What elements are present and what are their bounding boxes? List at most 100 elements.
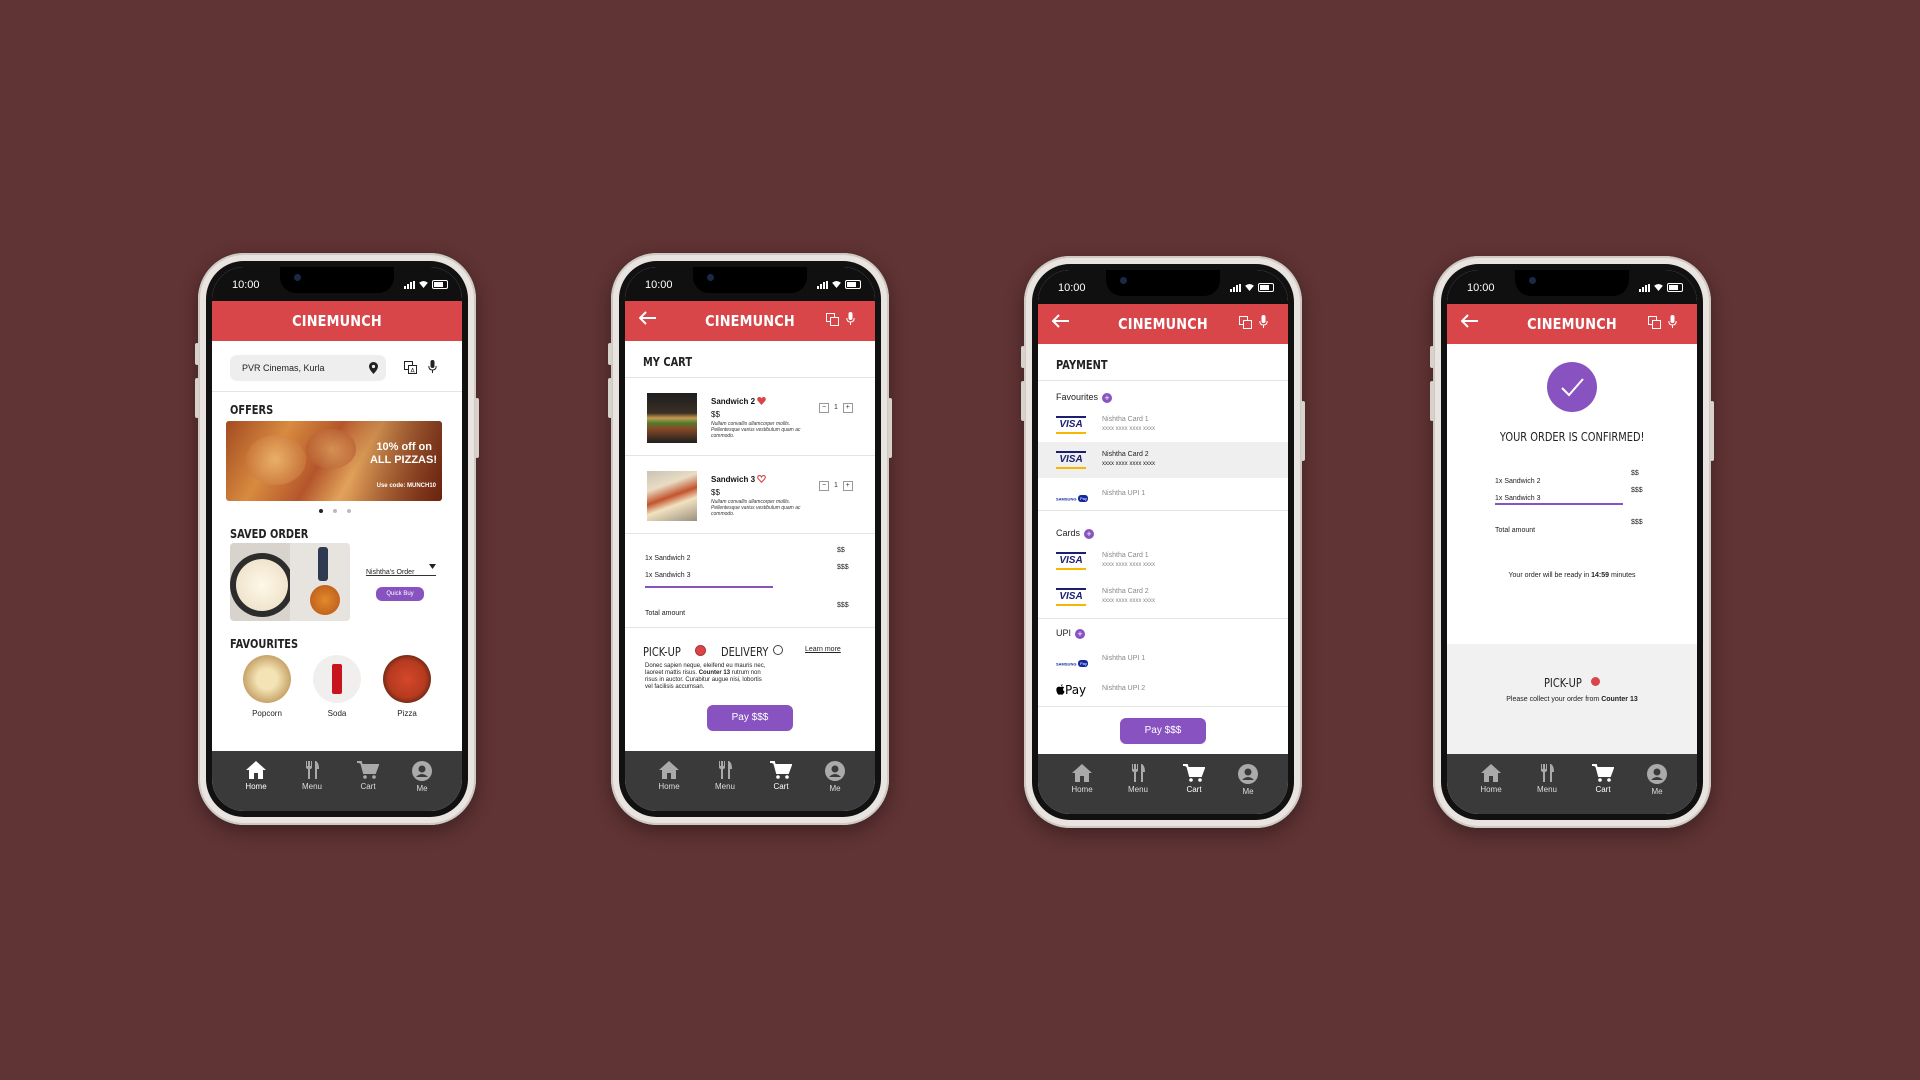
tab-cart[interactable]: Cart bbox=[348, 761, 388, 791]
summary-value: $$$ bbox=[837, 564, 849, 571]
microphone-icon[interactable] bbox=[428, 360, 437, 374]
payment-option[interactable]: VISA Nishtha Card 2 xxxx xxxx xxxx xxxx bbox=[1038, 580, 1288, 614]
pay-button[interactable]: Pay $$$ bbox=[1120, 718, 1206, 744]
summary-value: $$ bbox=[1631, 470, 1639, 477]
tab-menu[interactable]: Menu bbox=[1527, 764, 1567, 794]
increment-button[interactable]: + bbox=[842, 481, 853, 491]
phone-home: 10:00 CINEMUNCH PVR Cinemas, Kurla A OFF… bbox=[195, 253, 479, 825]
microphone-icon[interactable] bbox=[846, 312, 855, 326]
payment-option[interactable]: VISA Nishtha Card 1 xxxx xxxx xxxx xxxx bbox=[1038, 408, 1288, 440]
samsung-pay-logo-icon: SAMSUNG Pay bbox=[1056, 490, 1096, 503]
note-counter: Counter 13 bbox=[698, 670, 731, 676]
pay-button[interactable]: Pay $$$ bbox=[707, 705, 793, 731]
pickup-option[interactable]: PICK-UP bbox=[643, 643, 706, 661]
cart-icon bbox=[770, 761, 792, 779]
learn-more-link[interactable]: Learn more bbox=[805, 646, 841, 653]
upi-section-label: UPI + bbox=[1056, 628, 1086, 639]
tab-home[interactable]: Home bbox=[236, 761, 276, 791]
apple-pay-logo-icon: Pay bbox=[1056, 683, 1086, 697]
microphone-icon[interactable] bbox=[1259, 315, 1268, 329]
add-favourite-icon[interactable]: + bbox=[1102, 392, 1113, 403]
cart-icon bbox=[357, 761, 379, 779]
tab-menu-label: Menu bbox=[1127, 785, 1148, 794]
quantity-value: 1 bbox=[833, 482, 838, 489]
increment-button[interactable]: + bbox=[842, 403, 853, 413]
decrement-button[interactable]: − bbox=[819, 403, 829, 413]
decrement-button[interactable]: − bbox=[819, 481, 829, 491]
tab-home-label: Home bbox=[245, 782, 267, 791]
payment-option-selected[interactable]: VISA Nishtha Card 2 xxxx xxxx xxxx xxxx bbox=[1038, 442, 1288, 478]
heart-outline-icon[interactable] bbox=[757, 475, 766, 483]
heart-filled-icon[interactable] bbox=[757, 397, 766, 405]
tab-menu[interactable]: Menu bbox=[292, 761, 332, 791]
tab-me[interactable]: Me bbox=[1228, 764, 1268, 796]
delivery-option[interactable]: DELIVERY bbox=[721, 643, 783, 661]
saved-order-select-value: Nishtha's Order bbox=[366, 569, 415, 576]
favourite-item-popcorn[interactable]: Popcorn bbox=[240, 655, 294, 718]
ready-text: minutes bbox=[1609, 572, 1636, 579]
tab-me[interactable]: Me bbox=[815, 761, 855, 793]
translate-icon[interactable]: A bbox=[404, 361, 417, 374]
upi-label: UPI bbox=[1056, 628, 1072, 638]
add-card-icon[interactable]: + bbox=[1084, 528, 1095, 539]
tab-cart[interactable]: Cart bbox=[761, 761, 801, 791]
delivery-radio[interactable] bbox=[773, 645, 783, 655]
wifi-icon bbox=[1245, 284, 1254, 291]
favourite-label-popcorn: Popcorn bbox=[252, 709, 282, 718]
cart-item-desc: Nullam convallis ullamcorper mollis. Pel… bbox=[711, 421, 801, 439]
location-search[interactable]: PVR Cinemas, Kurla bbox=[230, 355, 386, 381]
add-upi-icon[interactable]: + bbox=[1075, 628, 1086, 639]
cart-item: Sandwich 2 $$ Nullam convallis ullamcorp… bbox=[625, 377, 875, 455]
status-time: 10:00 bbox=[1467, 282, 1495, 294]
tab-cart[interactable]: Cart bbox=[1583, 764, 1623, 794]
translate-icon[interactable] bbox=[1648, 316, 1661, 329]
translate-icon[interactable] bbox=[826, 313, 839, 326]
offer-code: Use code: MUNCH10 bbox=[376, 483, 436, 489]
saved-order-select[interactable]: Nishtha's Order bbox=[366, 561, 436, 576]
tab-menu[interactable]: Menu bbox=[1118, 764, 1158, 794]
tab-cart[interactable]: Cart bbox=[1174, 764, 1214, 794]
favourite-label-pizza: Pizza bbox=[397, 709, 417, 718]
ready-countdown: 14:59 bbox=[1591, 572, 1610, 579]
favourite-item-soda[interactable]: Soda bbox=[310, 655, 364, 718]
translate-icon[interactable] bbox=[1239, 316, 1252, 329]
user-icon bbox=[825, 761, 845, 781]
quantity-stepper[interactable]: − 1 + bbox=[819, 481, 853, 491]
tab-home[interactable]: Home bbox=[649, 761, 689, 791]
bottom-tab-bar: Home Menu Cart Me bbox=[1038, 754, 1288, 814]
user-icon bbox=[412, 761, 432, 781]
tab-me[interactable]: Me bbox=[402, 761, 442, 793]
samsung-pay-badge: Pay bbox=[1078, 495, 1089, 503]
tab-menu[interactable]: Menu bbox=[705, 761, 745, 791]
tab-home[interactable]: Home bbox=[1062, 764, 1102, 794]
pickup-radio-selected[interactable] bbox=[695, 645, 706, 656]
cart-item-desc: Nullam convallis ullamcorper mollis. Pel… bbox=[711, 499, 801, 517]
quantity-stepper[interactable]: − 1 + bbox=[819, 403, 853, 413]
delivery-note: Donec sapien neque, eleifend eu mauris n… bbox=[645, 663, 767, 691]
quick-buy-button[interactable]: Quick Buy bbox=[376, 587, 424, 601]
summary-label: 1x Sandwich 3 bbox=[1495, 495, 1541, 502]
saved-order-image[interactable] bbox=[230, 543, 350, 621]
tab-home[interactable]: Home bbox=[1471, 764, 1511, 794]
tab-me[interactable]: Me bbox=[1637, 764, 1677, 796]
samsung-pay-wordmark: SAMSUNG bbox=[1056, 661, 1077, 667]
carousel-dots[interactable] bbox=[319, 509, 351, 513]
collect-text: Please collect your order from Counter 1… bbox=[1447, 696, 1697, 703]
favourites-section-label: Favourites + bbox=[1056, 392, 1113, 403]
payment-option[interactable]: SAMSUNG Pay Nishtha UPI 1 bbox=[1038, 480, 1288, 506]
favourite-item-pizza[interactable]: Pizza bbox=[380, 655, 434, 718]
payment-option[interactable]: SAMSUNG Pay Nishtha UPI 1 bbox=[1038, 644, 1288, 674]
microphone-icon[interactable] bbox=[1668, 315, 1677, 329]
offer-banner[interactable]: 10% off on ALL PIZZAS! Use code: MUNCH10 bbox=[226, 421, 442, 501]
battery-icon bbox=[1667, 283, 1683, 292]
user-icon bbox=[1238, 764, 1258, 784]
home-icon bbox=[246, 761, 266, 779]
collect-counter: Counter 13 bbox=[1601, 696, 1638, 703]
payment-option[interactable]: Pay Nishtha UPI 2 bbox=[1038, 674, 1288, 704]
offers-heading: OFFERS bbox=[230, 403, 274, 417]
tab-menu-label: Menu bbox=[714, 782, 735, 791]
payment-option[interactable]: VISA Nishtha Card 1 xxxx xxxx xxxx xxxx bbox=[1038, 544, 1288, 578]
quantity-value: 1 bbox=[833, 404, 838, 411]
pickup-status-dot bbox=[1590, 677, 1600, 686]
cart-item-price: $$ bbox=[711, 488, 720, 497]
